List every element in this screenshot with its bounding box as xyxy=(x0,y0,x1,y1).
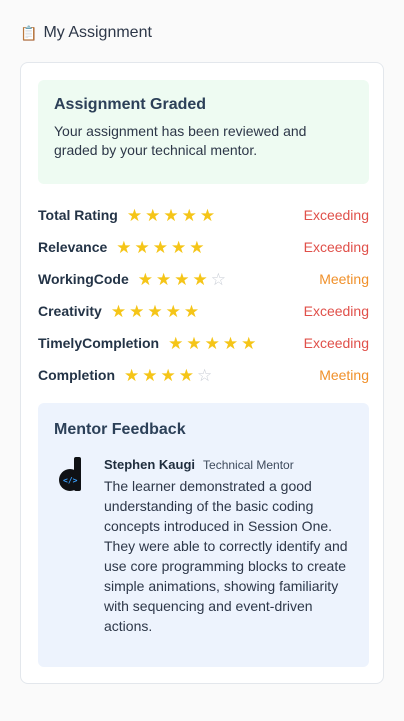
rating-left: Completion ★ ★ ★ ★ ☆ xyxy=(38,367,212,384)
star-filled-icon: ★ xyxy=(160,365,176,385)
ratings-list: Total Rating ★ ★ ★ ★ ★ Exceeding Relevance ★ ★ ★ ★ ★… xyxy=(38,199,369,391)
star-rating: ★ ★ ★ ★ ★ xyxy=(168,335,256,352)
feedback-text: The learner demonstrated a good understa… xyxy=(104,478,348,634)
rating-left: Creativity ★ ★ ★ ★ ★ xyxy=(38,303,199,320)
rating-label: Creativity xyxy=(38,303,102,319)
rating-status: Meeting xyxy=(319,271,369,287)
rating-label: WorkingCode xyxy=(38,271,129,287)
rating-status: Exceeding xyxy=(303,335,369,351)
star-filled-icon: ★ xyxy=(145,205,161,225)
star-filled-icon: ★ xyxy=(110,301,127,321)
rating-left: Relevance ★ ★ ★ ★ ★ xyxy=(38,239,205,256)
star-filled-icon: ★ xyxy=(129,301,145,321)
rating-row: Relevance ★ ★ ★ ★ ★ Exceeding xyxy=(38,231,369,263)
star-filled-icon: ★ xyxy=(134,237,150,257)
clipboard-icon: 📋 xyxy=(20,25,38,41)
star-filled-icon: ★ xyxy=(168,333,184,353)
star-filled-icon: ★ xyxy=(204,333,220,353)
star-filled-icon: ★ xyxy=(147,301,163,321)
star-filled-icon: ★ xyxy=(152,237,169,257)
graded-text: Your assignment has been reviewed and gr… xyxy=(54,123,307,158)
rating-left: Total Rating ★ ★ ★ ★ ★ xyxy=(38,207,215,224)
mentor-feedback-panel: Mentor Feedback </> Stephen Kaugi Techni… xyxy=(38,403,369,667)
rating-label: Relevance xyxy=(38,239,108,255)
rating-row: WorkingCode ★ ★ ★ ★ ☆ Meeting xyxy=(38,263,369,295)
rating-status: Exceeding xyxy=(303,207,369,223)
star-rating: ★ ★ ★ ★ ★ xyxy=(127,207,215,224)
rating-row: Creativity ★ ★ ★ ★ ★ Exceeding xyxy=(38,295,369,327)
assignment-card: Assignment Graded Your assignment has be… xyxy=(20,62,384,684)
star-filled-icon: ★ xyxy=(222,333,239,353)
star-filled-icon: ★ xyxy=(171,237,187,257)
star-filled-icon: ★ xyxy=(174,269,190,289)
star-filled-icon: ★ xyxy=(183,301,200,321)
mentor-header: Stephen Kaugi Technical Mentor xyxy=(104,457,352,472)
star-filled-icon: ★ xyxy=(163,205,179,225)
rating-row: Completion ★ ★ ★ ★ ☆ Meeting xyxy=(38,359,369,391)
rating-left: WorkingCode ★ ★ ★ ★ ☆ xyxy=(38,271,226,288)
star-filled-icon: ★ xyxy=(189,237,205,257)
rating-label: TimelyCompletion xyxy=(38,335,160,351)
star-filled-icon: ★ xyxy=(137,269,153,289)
star-filled-icon: ★ xyxy=(124,365,140,385)
rating-label: Completion xyxy=(38,367,115,383)
star-empty-icon: ☆ xyxy=(197,365,213,385)
rating-row: TimelyCompletion ★ ★ ★ ★ ★ Exceeding xyxy=(38,327,369,359)
star-rating: ★ ★ ★ ★ ☆ xyxy=(124,367,212,384)
rating-label: Total Rating xyxy=(38,207,118,223)
mentor-comment: </> Stephen Kaugi Technical Mentor The l… xyxy=(54,457,352,636)
star-rating: ★ ★ ★ ★ ★ xyxy=(111,303,199,320)
feedback-title: Mentor Feedback xyxy=(54,421,186,438)
star-filled-icon: ★ xyxy=(178,365,194,385)
star-filled-icon: ★ xyxy=(199,205,216,225)
rating-status: Exceeding xyxy=(303,239,369,255)
rating-status: Meeting xyxy=(319,367,369,383)
star-filled-icon: ★ xyxy=(241,333,257,353)
star-filled-icon: ★ xyxy=(126,205,143,225)
star-rating: ★ ★ ★ ★ ★ xyxy=(116,239,204,256)
mentor-name: Stephen Kaugi xyxy=(104,457,196,472)
graded-title: Assignment Graded xyxy=(54,96,207,113)
star-filled-icon: ★ xyxy=(156,269,172,289)
star-filled-icon: ★ xyxy=(165,301,181,321)
graded-notice: Assignment Graded Your assignment has be… xyxy=(38,80,369,184)
page-title: My Assignment xyxy=(43,24,152,41)
rating-status: Exceeding xyxy=(303,303,369,319)
rating-row: Total Rating ★ ★ ★ ★ ★ Exceeding xyxy=(38,199,369,231)
rating-left: TimelyCompletion ★ ★ ★ ★ ★ xyxy=(38,335,256,352)
star-filled-icon: ★ xyxy=(116,237,132,257)
star-rating: ★ ★ ★ ★ ☆ xyxy=(138,271,226,288)
star-filled-icon: ★ xyxy=(186,333,202,353)
mentor-role: Technical Mentor xyxy=(203,458,294,472)
mentor-body: Stephen Kaugi Technical Mentor The learn… xyxy=(104,457,352,636)
page-header: 📋 My Assignment xyxy=(20,24,152,42)
star-filled-icon: ★ xyxy=(142,365,158,385)
star-empty-icon: ☆ xyxy=(210,269,226,289)
star-filled-icon: ★ xyxy=(181,205,197,225)
mentor-logo-icon: </> xyxy=(54,457,90,497)
star-filled-icon: ★ xyxy=(192,269,208,289)
